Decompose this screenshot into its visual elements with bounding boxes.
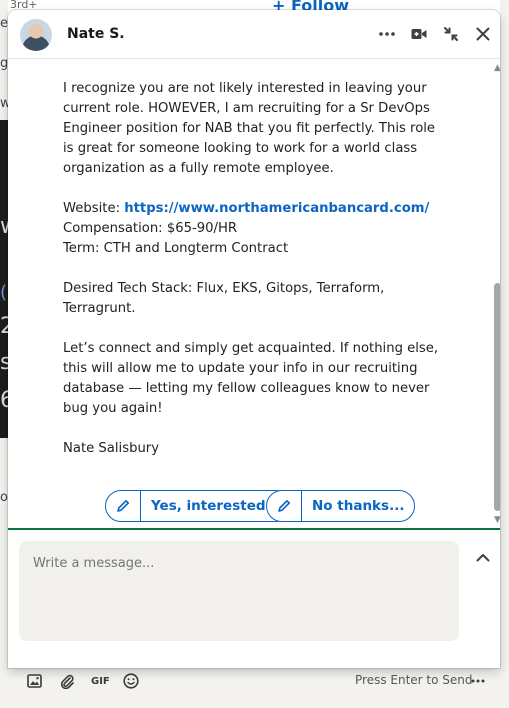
emoji-icon[interactable] [123,673,139,689]
background-fragment: ( [0,282,8,303]
message-input[interactable] [31,555,445,572]
gif-icon[interactable]: GIF [91,673,110,689]
more-icon[interactable] [377,24,397,44]
website-link[interactable]: https://www.northamericanbancard.com/ [124,201,429,216]
message-tech-stack: Desired Tech Stack: Flux, EKS, Gitops, T… [63,281,385,316]
quick-reply-label: No thanks... [312,498,405,514]
message-signature: Nate Salisbury [63,441,160,456]
composer-divider [8,528,500,530]
chat-header[interactable]: Nate S. [8,10,500,59]
scrollbar-thumb[interactable] [494,283,500,511]
quick-reply-yes[interactable]: Yes, interested... [105,490,292,522]
video-icon[interactable] [409,24,429,44]
message-paragraph: I recognize you are not likely intereste… [63,81,436,176]
attachment-icon[interactable] [59,673,75,689]
message-website-line: Website: https://www.northamericanbancar… [63,199,443,219]
background-page-right [500,0,509,708]
more-options-icon[interactable] [471,673,485,689]
chevron-up-icon[interactable] [474,550,492,564]
contact-name[interactable]: Nate S. [67,26,125,42]
message-composer[interactable] [19,541,459,641]
message-compensation: Compensation: $65-90/HR [63,221,238,236]
chat-window: Nate S. I recognize you are not likely i… [8,10,500,668]
send-hint: Press Enter to Send [355,673,473,687]
website-label: Website: [63,201,125,216]
scroll-up-arrow[interactable]: ▲ [493,64,500,73]
pencil-icon [267,491,302,521]
pencil-icon [106,491,141,521]
image-icon[interactable] [27,673,42,689]
composer-footer [8,652,500,668]
avatar[interactable] [20,19,52,51]
message-paragraph: Let’s connect and simply get acquainted.… [63,341,439,416]
message-thread[interactable]: I recognize you are not likely intereste… [8,59,500,527]
scroll-down-arrow[interactable]: ▼ [493,516,500,525]
message-term: Term: CTH and Longterm Contract [63,241,289,256]
quick-reply-no[interactable]: No thanks... [266,490,416,522]
close-icon[interactable] [473,24,493,44]
message-bubble: I recognize you are not likely intereste… [63,79,443,479]
minimize-icon[interactable] [441,24,461,44]
